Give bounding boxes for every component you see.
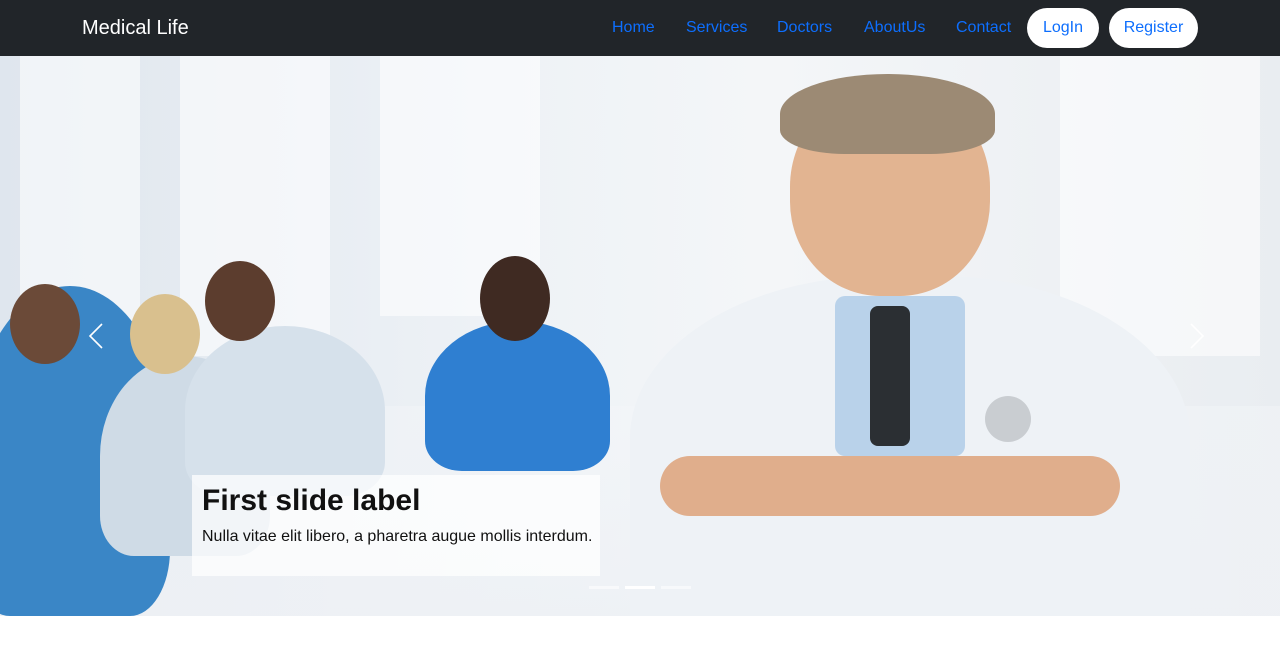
carousel-indicator[interactable] <box>661 586 691 589</box>
doctor-arms <box>660 456 1120 516</box>
slide-caption: First slide label Nulla vitae elit liber… <box>192 475 600 576</box>
slide-text: Nulla vitae elit libero, a pharetra augu… <box>202 528 593 545</box>
nav-link-services[interactable]: Services <box>686 18 747 38</box>
staff-member-head <box>205 261 275 341</box>
stethoscope-icon <box>985 396 1031 442</box>
navbar: Medical Life Home Services Doctors About… <box>0 0 1280 56</box>
register-button[interactable]: Register <box>1109 8 1198 48</box>
carousel-next-button[interactable] <box>1090 56 1280 616</box>
carousel-indicator-active[interactable] <box>625 586 655 589</box>
nav-link-contact[interactable]: Contact <box>956 18 1011 38</box>
carousel-indicator[interactable] <box>589 586 619 589</box>
nav-link-doctors[interactable]: Doctors <box>777 18 832 38</box>
doctor-tie <box>870 306 910 446</box>
staff-member-scrubs <box>425 321 610 471</box>
chevron-right-icon <box>1190 323 1205 349</box>
nav-link-about-us[interactable]: AboutUs <box>864 18 925 38</box>
slide-title: First slide label <box>202 484 421 517</box>
carousel-indicators <box>589 586 691 589</box>
brand-logo-text[interactable]: Medical Life <box>82 16 189 40</box>
chevron-left-icon <box>88 323 103 349</box>
hero-carousel: First slide label Nulla vitae elit liber… <box>0 56 1280 616</box>
doctor-hair <box>780 74 995 154</box>
staff-member-coat <box>185 326 385 496</box>
carousel-prev-button[interactable] <box>0 56 190 616</box>
login-button[interactable]: LogIn <box>1027 8 1099 48</box>
staff-member-head <box>480 256 550 341</box>
nav-link-home[interactable]: Home <box>612 18 655 38</box>
